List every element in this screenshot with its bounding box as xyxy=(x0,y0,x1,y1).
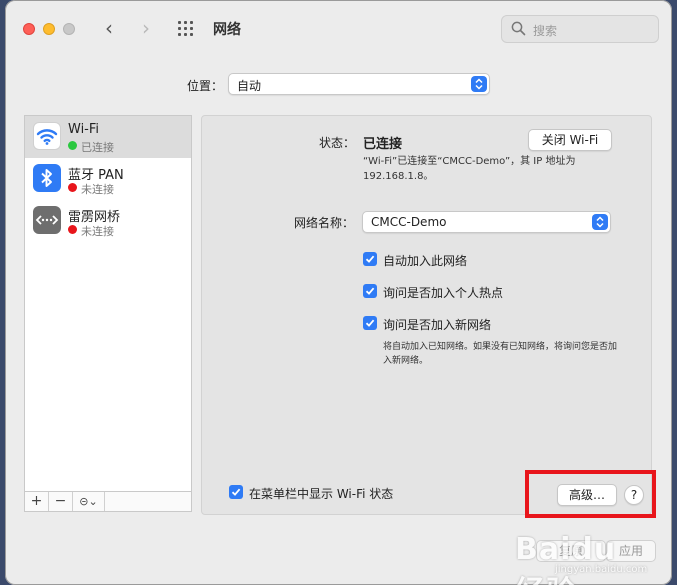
auto-join-label: 自动加入此网络 xyxy=(383,254,468,268)
location-label: 位置： xyxy=(187,79,224,93)
search-field[interactable]: 搜索 xyxy=(501,15,659,43)
search-icon xyxy=(511,21,526,36)
wifi-icon xyxy=(33,122,61,150)
checkmark-icon xyxy=(365,287,375,295)
service-status: 未连接 xyxy=(81,225,114,238)
apply-button[interactable]: 应用 xyxy=(606,540,656,562)
checkmark-icon xyxy=(365,255,375,263)
ask-hotspot-label: 询问是否加入个人热点 xyxy=(383,286,504,300)
status-dot-icon xyxy=(68,141,77,150)
back-chevron-icon[interactable]: ‹ xyxy=(105,18,113,38)
ask-hotspot-checkbox[interactable] xyxy=(363,284,377,298)
show-all-grid-icon[interactable] xyxy=(178,21,196,36)
close-window-button[interactable] xyxy=(23,23,35,35)
ask-new-network-checkbox[interactable] xyxy=(363,316,377,330)
status-label: 状态： xyxy=(319,136,356,150)
location-select[interactable]: 自动 xyxy=(228,73,490,95)
service-item-thunderbolt-bridge[interactable]: 雷雳网桥 未连接 xyxy=(25,200,191,242)
service-list-toolbar: + − ⊝⌄ xyxy=(25,491,191,511)
forward-chevron-icon[interactable]: › xyxy=(142,18,150,38)
highlight-box xyxy=(525,470,656,518)
network-name-label: 网络名称： xyxy=(294,216,355,230)
ask-new-network-label: 询问是否加入新网络 xyxy=(383,318,492,332)
search-placeholder: 搜索 xyxy=(533,24,558,38)
window-title: 网络 xyxy=(213,22,241,38)
service-status: 已连接 xyxy=(81,141,114,154)
status-dot-icon xyxy=(68,225,77,234)
network-name-select[interactable]: CMCC-Demo xyxy=(362,211,611,233)
status-description: “Wi-Fi”已连接至“CMCC-Demo”，其 IP 地址为 192.168.… xyxy=(363,156,576,182)
checkmark-icon xyxy=(365,319,375,327)
revert-button[interactable]: 复原 xyxy=(536,540,606,562)
show-wifi-in-menubar-label: 在菜单栏中显示 Wi-Fi 状态 xyxy=(249,487,394,501)
status-dot-icon xyxy=(68,183,77,192)
service-item-wifi[interactable]: Wi-Fi 已连接 xyxy=(25,116,191,158)
service-name: Wi-Fi xyxy=(68,122,100,137)
service-status: 未连接 xyxy=(81,183,114,196)
thunderbolt-bridge-icon xyxy=(33,206,61,234)
updown-stepper-icon xyxy=(592,214,608,230)
service-item-bluetooth-pan[interactable]: 蓝牙 PAN 未连接 xyxy=(25,158,191,200)
checkmark-icon xyxy=(231,488,241,496)
remove-service-button[interactable]: − xyxy=(49,492,73,511)
service-list: Wi-Fi 已连接 蓝牙 PAN 未连接 雷雳网桥 未连接 + − ⊝⌄ xyxy=(24,115,192,512)
updown-stepper-icon xyxy=(471,76,487,92)
add-service-button[interactable]: + xyxy=(25,492,49,511)
status-value: 已连接 xyxy=(363,137,403,152)
turn-wifi-off-button[interactable]: 关闭 Wi-Fi xyxy=(528,129,612,151)
wifi-detail-panel: 状态： 已连接 关闭 Wi-Fi “Wi-Fi”已连接至“CMCC-Demo”，… xyxy=(201,115,652,515)
service-action-menu-button[interactable]: ⊝⌄ xyxy=(73,492,105,511)
zoom-window-button[interactable] xyxy=(63,23,75,35)
location-value: 自动 xyxy=(237,79,262,93)
auto-join-note: 将自动加入已知网络。如果没有已知网络，将询问您是否加入新网络。 xyxy=(383,342,618,366)
network-name-value: CMCC-Demo xyxy=(371,215,447,229)
minimize-window-button[interactable] xyxy=(43,23,55,35)
bluetooth-icon xyxy=(33,164,61,192)
show-wifi-in-menubar-checkbox[interactable] xyxy=(229,485,243,499)
titlebar: ‹ › 网络 搜索 xyxy=(5,0,672,56)
auto-join-checkbox[interactable] xyxy=(363,252,377,266)
